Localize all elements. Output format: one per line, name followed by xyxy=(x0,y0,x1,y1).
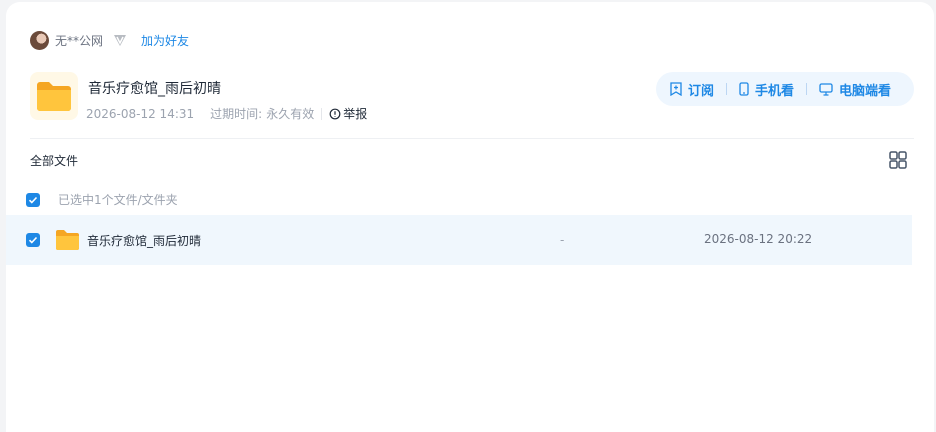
file-name[interactable]: 音乐疗愈馆_雨后初晴 xyxy=(87,232,201,249)
desktop-view-button[interactable]: 电脑端看 xyxy=(819,80,891,99)
folder-icon xyxy=(55,228,80,251)
file-date: 2026-08-12 20:22 xyxy=(704,232,813,246)
action-bar: 订阅 手机看 电脑端看 xyxy=(656,72,914,106)
breadcrumb-all-files[interactable]: 全部文件 xyxy=(30,152,78,169)
file-size: - xyxy=(560,233,565,247)
expiry-value: 永久有效 xyxy=(266,107,315,121)
divider xyxy=(321,107,323,120)
selection-summary: 已选中1个文件/文件夹 xyxy=(58,193,178,207)
select-all-checkbox[interactable] xyxy=(26,192,40,207)
divider xyxy=(726,83,728,95)
add-friend-link[interactable]: 加为好友 xyxy=(141,32,189,49)
mobile-view-button[interactable]: 手机看 xyxy=(739,80,794,99)
check-icon xyxy=(28,196,38,204)
subscribe-button[interactable]: 订阅 xyxy=(670,80,714,99)
check-icon xyxy=(28,236,38,244)
diamond-icon xyxy=(111,31,129,49)
sharer-info: 无**公网 加为好友 xyxy=(30,29,189,51)
monitor-icon xyxy=(819,82,833,96)
grid-view-icon[interactable] xyxy=(888,150,908,170)
report-label: 举报 xyxy=(343,107,368,121)
desktop-view-label: 电脑端看 xyxy=(839,83,892,99)
expiry-label: 过期时间: xyxy=(210,107,263,121)
folder-icon xyxy=(30,72,78,120)
share-meta: 2026-08-12 14:31 过期时间: 永久有效 举报 xyxy=(86,105,367,122)
share-title: 音乐疗愈馆_雨后初晴 xyxy=(88,81,221,97)
phone-icon xyxy=(739,82,749,96)
divider xyxy=(806,83,808,95)
bookmark-plus-icon xyxy=(670,82,682,96)
share-card: 无**公网 加为好友 音乐疗愈馆_雨后初晴 2026-08-12 14:31 过… xyxy=(6,2,934,432)
report-button[interactable]: 举报 xyxy=(329,105,367,122)
avatar[interactable] xyxy=(30,30,49,50)
subscribe-label: 订阅 xyxy=(688,83,715,99)
created-time: 2026-08-12 14:31 xyxy=(86,106,195,121)
report-icon xyxy=(329,108,341,119)
divider xyxy=(30,138,914,139)
mobile-view-label: 手机看 xyxy=(755,83,795,99)
username: 无**公网 xyxy=(55,33,104,48)
table-row[interactable]: 音乐疗愈馆_雨后初晴 - 2026-08-12 20:22 xyxy=(6,215,912,265)
select-all-row: 已选中1个文件/文件夹 xyxy=(26,191,178,208)
row-checkbox[interactable] xyxy=(26,233,40,247)
